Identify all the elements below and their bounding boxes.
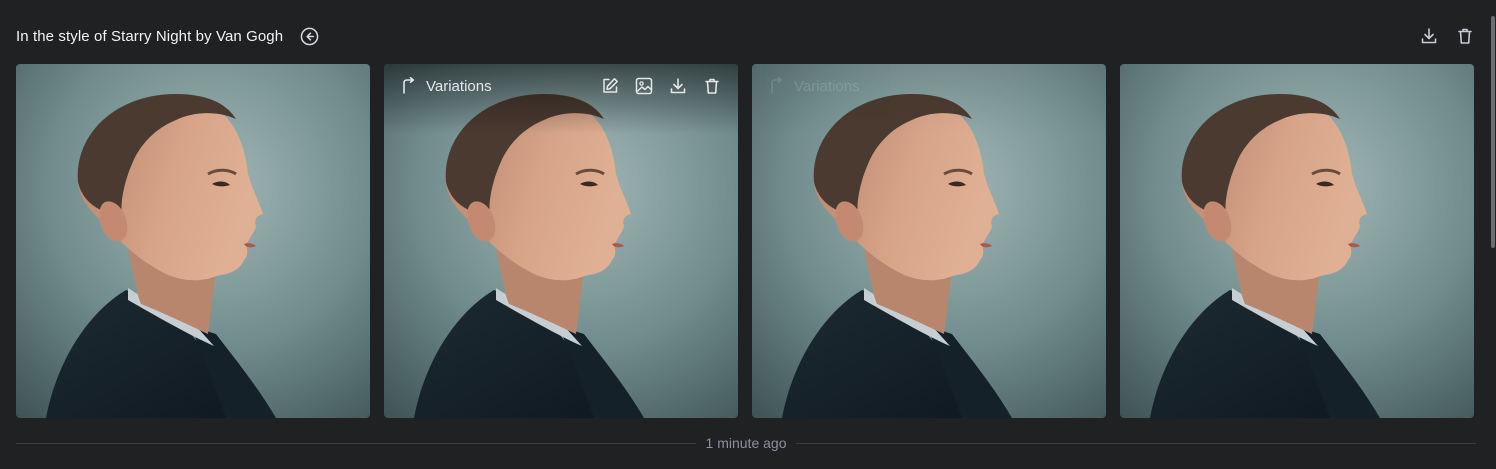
edit-icon: [603, 78, 618, 93]
timestamp-divider: 1 minute ago: [16, 432, 1477, 454]
image-actions: [600, 76, 722, 96]
header-actions: [1418, 25, 1476, 47]
open-image-button[interactable]: [634, 76, 654, 96]
back-button[interactable]: [299, 26, 319, 46]
arrow-left-circle-icon: [300, 27, 319, 45]
branch-icon: [771, 77, 783, 94]
divider-line: [796, 442, 1477, 444]
variations-button[interactable]: Variations: [768, 76, 860, 96]
variations-label: Variations: [426, 77, 492, 95]
download-icon: [1421, 28, 1437, 44]
image-grid: Variations Variations: [16, 64, 1474, 418]
download-all-button[interactable]: [1418, 25, 1440, 47]
variations-button[interactable]: Variations: [400, 76, 492, 96]
trash-icon: [1458, 28, 1472, 44]
generated-image-2[interactable]: Variations: [384, 64, 738, 418]
generated-image-1[interactable]: [16, 64, 370, 418]
portrait-image: [1120, 64, 1474, 418]
edit-button[interactable]: [600, 76, 620, 96]
scrollbar[interactable]: [1490, 0, 1496, 469]
portrait-image: [16, 64, 370, 418]
trash-icon: [705, 78, 719, 94]
branch-icon: [403, 77, 415, 94]
generated-image-4[interactable]: [1120, 64, 1474, 418]
divider-line: [16, 442, 696, 444]
generated-image-3[interactable]: Variations: [752, 64, 1106, 418]
scrollbar-thumb[interactable]: [1491, 16, 1495, 248]
download-button[interactable]: [668, 76, 688, 96]
delete-button[interactable]: [702, 76, 722, 96]
header: In the style of Starry Night by Van Gogh: [16, 22, 1476, 50]
variations-label: Variations: [794, 77, 860, 95]
image-icon: [635, 77, 653, 95]
delete-all-button[interactable]: [1454, 25, 1476, 47]
prompt-title: In the style of Starry Night by Van Gogh: [16, 27, 284, 45]
image-hover-toolbar-fading: Variations: [752, 64, 1106, 134]
download-icon: [670, 78, 686, 94]
timestamp: 1 minute ago: [705, 435, 787, 451]
image-hover-toolbar: Variations: [384, 64, 738, 134]
